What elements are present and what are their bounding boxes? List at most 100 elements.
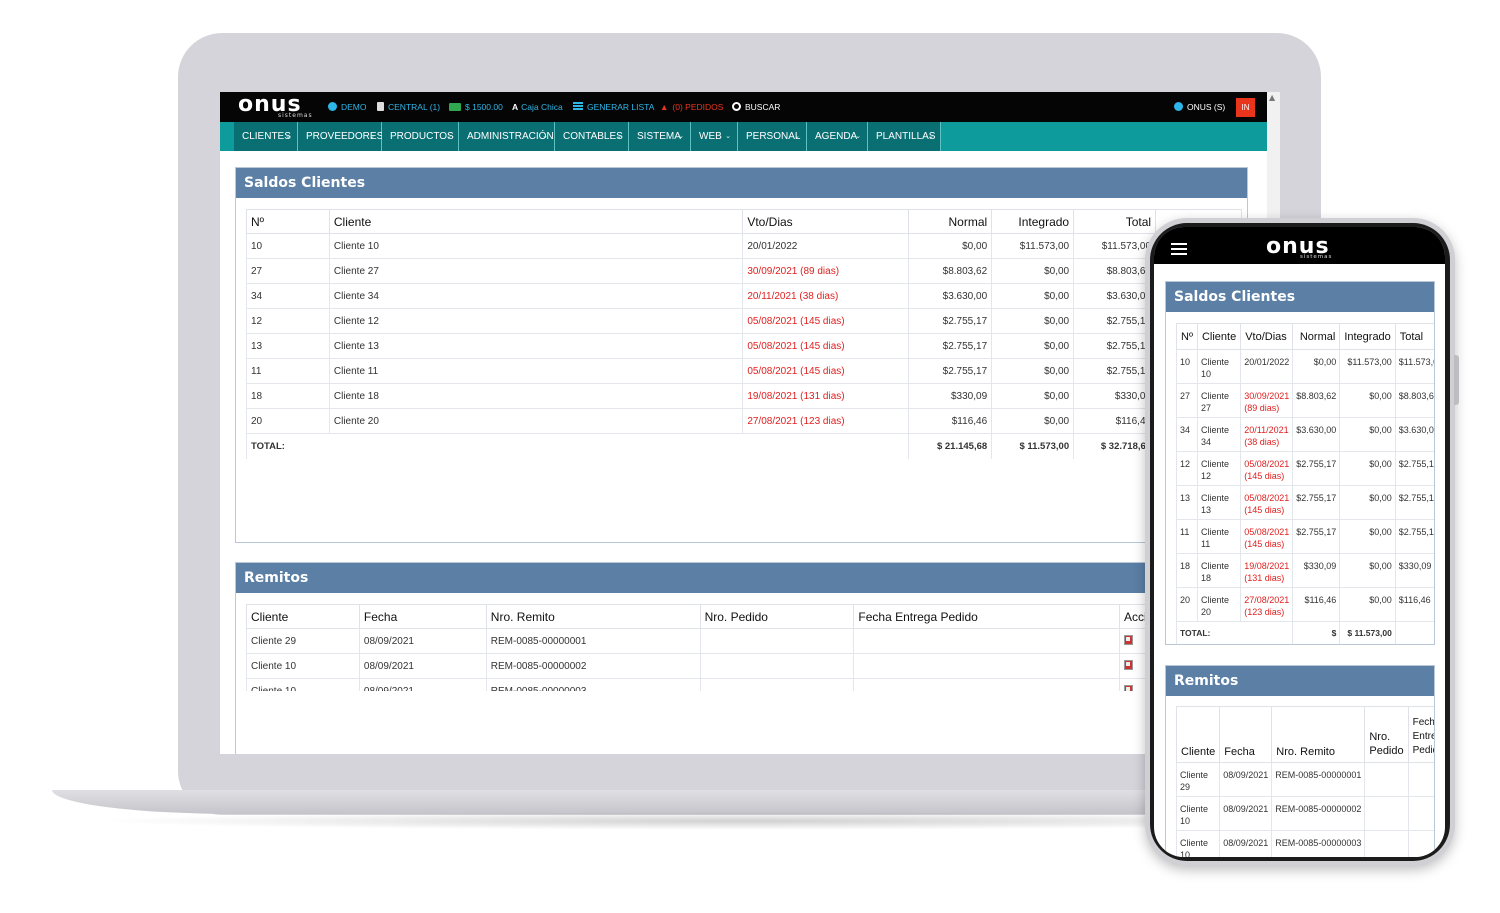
panel-title: Saldos Clientes — [1166, 282, 1434, 312]
nav-plantillas[interactable]: PLANTILLAS ⌄ — [868, 122, 941, 151]
hamburger-menu-icon[interactable] — [1171, 243, 1187, 255]
chevron-down-icon: ⌄ — [928, 133, 934, 140]
chevron-down-icon: ⌄ — [446, 133, 452, 140]
logo-subtitle: sistemas — [1300, 254, 1333, 260]
font-a-icon: A — [512, 102, 519, 112]
table-row[interactable]: 13 Cliente 13 05/08/2021 (145 dias) $2.755,1… — [1176, 485, 1434, 520]
buscar-link[interactable]: BUSCAR — [732, 102, 780, 112]
nav-agenda[interactable]: AGENDA ⌄ — [807, 122, 868, 151]
col-integrado[interactable]: Integrado — [991, 209, 1075, 234]
logo-subtitle: sistemas — [278, 112, 313, 119]
document-icon — [377, 102, 384, 111]
table-row[interactable]: 10 Cliente 10 20/01/2022 $0,00 $11.573,00 $11… — [1176, 349, 1434, 384]
table-row[interactable]: 11 Cliente 11 05/08/2021 (145 dias) $2.755,… — [246, 358, 1242, 384]
mobile-saldos-table: Nº Cliente Vto/Dias Normal Integrado Tot… — [1175, 323, 1434, 644]
col-normal[interactable]: Normal — [908, 209, 993, 234]
central-link[interactable]: CENTRAL (1) — [377, 102, 440, 112]
remitos-fade — [236, 691, 1249, 754]
user-icon — [1174, 102, 1183, 111]
pdf-icon[interactable] — [1124, 659, 1134, 670]
mobile-remitos-table: Cliente Fecha Nro. Remito Nro. Pedido Fe… — [1175, 706, 1434, 857]
col-nro-pedido[interactable]: Nro. Pedido — [699, 604, 855, 629]
table-total-row: TOTAL: $ $ 11.573,00 — [1175, 621, 1434, 644]
mobile-remitos-panel: Remitos Cliente Fecha Nro. Remito Nro. P… — [1165, 665, 1435, 857]
nav-clientes[interactable]: CLIENTES ⌄ — [234, 122, 298, 151]
user-menu[interactable]: ONUS (S) — [1174, 102, 1225, 112]
nav-sistema[interactable]: SISTEMA ⌄ — [629, 122, 691, 151]
table-header-row: Nº Cliente Vto/Dias Normal Integrado Tot… — [246, 209, 1242, 234]
table-row[interactable]: Cliente 1008/09/2021REM-0085-00000003 — [1175, 830, 1434, 857]
caja-chica-link[interactable]: A Caja Chica — [512, 102, 563, 112]
col-total[interactable]: Total — [1073, 209, 1157, 234]
pdf-icon[interactable] — [1124, 634, 1134, 645]
arrow-circle-icon — [328, 102, 337, 111]
table-row[interactable]: 12 Cliente 12 05/08/2021 (145 dias) $2.755,… — [246, 308, 1242, 334]
table-row[interactable]: 20 Cliente 20 27/08/2021 (123 dias) $116,46 $… — [1176, 587, 1434, 622]
table-row[interactable]: 12 Cliente 12 05/08/2021 (145 dias) $2.755,1… — [1176, 451, 1434, 486]
remitos-table: Cliente Fecha Nro. Remito Nro. Pedido Fe… — [246, 604, 1242, 704]
table-row[interactable]: 11 Cliente 11 05/08/2021 (145 dias) $2.755,1… — [1176, 519, 1434, 554]
main-nav: CLIENTES ⌄ PROVEEDORES ⌄ PRODUCTOS ⌄ ADMINI… — [220, 122, 1267, 151]
nav-contables[interactable]: CONTABLES ⌄ — [555, 122, 629, 151]
col-cliente[interactable]: Cliente — [328, 209, 744, 234]
col-cliente[interactable]: Cliente — [246, 604, 360, 629]
table-row[interactable]: Cliente 29 08/09/2021 REM-0085-00000001 — [1175, 762, 1434, 797]
table-row[interactable]: 34 Cliente 34 20/11/2021 (38 dias) $3.630,0… — [246, 283, 1242, 309]
col-fecha[interactable]: Fecha — [358, 604, 487, 629]
phone-screen: onus sistemas Saldos Clientes Nº Cliente… — [1154, 227, 1445, 857]
table-row[interactable]: 27 Cliente 27 30/09/2021 (89 dias) $8.803,62… — [1176, 383, 1434, 418]
table-row[interactable]: 18 Cliente 18 19/08/2021 (131 dias) $330,09 $… — [1176, 553, 1434, 588]
mobile-top-bar: onus sistemas — [1154, 227, 1445, 264]
chevron-down-icon: ⌄ — [678, 133, 684, 140]
logout-button[interactable]: IN — [1236, 98, 1255, 117]
remitos-panel: Remitos Cliente Fecha Nro. Remito Nro. P… — [235, 562, 1249, 754]
balance-link[interactable]: $ 1500.00 — [449, 102, 503, 112]
phone-side-button — [1454, 355, 1459, 405]
table-row[interactable]: 13 Cliente 13 05/08/2021 (145 dias) $2.755,… — [246, 333, 1242, 359]
panel-title: Saldos Clientes — [236, 168, 1247, 198]
table-row[interactable]: 20 Cliente 20 27/08/2021 (123 dias) $116,46… — [246, 408, 1242, 434]
laptop-screen: onus sistemas DEMO CENTRAL (1) $ 1500.00… — [220, 92, 1280, 754]
table-header-row: Cliente Fecha Nro. Remito Nro. Pedido Fe… — [1175, 706, 1434, 763]
chevron-down-icon: ⌄ — [542, 133, 548, 140]
generar-lista-link[interactable]: GENERAR LISTA — [573, 102, 654, 112]
table-row[interactable]: 18 Cliente 18 19/08/2021 (131 dias) $330,09… — [246, 383, 1242, 409]
table-header-row: Cliente Fecha Nro. Remito Nro. Pedido Fe… — [246, 604, 1242, 629]
scroll-up-arrow-icon[interactable]: ▲ — [1269, 93, 1275, 102]
chevron-down-icon: ⌄ — [855, 133, 861, 140]
list-icon — [573, 102, 583, 111]
bell-icon: ▲ — [660, 102, 669, 112]
nav-productos[interactable]: PRODUCTOS ⌄ — [382, 122, 459, 151]
chevron-down-icon: ⌄ — [616, 133, 622, 140]
pedidos-link[interactable]: ▲ (0) PEDIDOS — [660, 102, 723, 112]
nav-web[interactable]: WEB ⌄ — [691, 122, 738, 151]
money-icon — [449, 103, 461, 111]
table-row[interactable]: Cliente 29 08/09/2021 REM-0085-00000001 — [246, 628, 1242, 654]
col-n[interactable]: Nº — [246, 209, 330, 234]
search-icon — [732, 102, 741, 111]
table-row[interactable]: 27 Cliente 27 30/09/2021 (89 dias) $8.803,6… — [246, 258, 1242, 284]
saldos-clientes-panel: Saldos Clientes Nº Cliente Vto/Dias Norm… — [235, 167, 1248, 543]
col-vto[interactable]: Vto/Dias — [742, 209, 910, 234]
nav-administracion[interactable]: ADMINISTRACIÓN ⌄ — [459, 122, 555, 151]
table-row[interactable]: 10 Cliente 10 20/01/2022 $0,00 $11.573,00 $11… — [246, 233, 1242, 259]
table-row[interactable]: Cliente 10 08/09/2021 REM-0085-00000002 — [1175, 796, 1434, 831]
chevron-down-icon: ⌄ — [725, 133, 731, 140]
table-total-row: TOTAL: $ 21.145,68 $ 11.573,00 $ 32.718,68 — [245, 433, 1242, 459]
mobile-saldos-panel: Saldos Clientes Nº Cliente Vto/Dias Norm… — [1165, 281, 1435, 645]
demo-link[interactable]: DEMO — [328, 102, 367, 112]
col-fecha-entrega[interactable]: Fecha Entrega Pedido — [853, 604, 1121, 629]
panel-title: Remitos — [236, 563, 1247, 593]
chevron-down-icon: ⌄ — [794, 133, 800, 140]
chevron-down-icon: ⌄ — [285, 133, 291, 140]
panel-title: Remitos — [1166, 666, 1434, 696]
table-row[interactable]: Cliente 10 08/09/2021 REM-0085-00000002 — [246, 653, 1242, 679]
nav-personal[interactable]: PERSONAL ⌄ — [738, 122, 807, 151]
table-row[interactable]: 34 Cliente 34 20/11/2021 (38 dias) $3.630,00… — [1176, 417, 1434, 452]
top-bar: onus sistemas DEMO CENTRAL (1) $ 1500.00… — [220, 92, 1267, 122]
table-header-row: Nº Cliente Vto/Dias Normal Integrado Tot… — [1176, 323, 1434, 350]
nav-proveedores[interactable]: PROVEEDORES ⌄ — [298, 122, 383, 151]
col-nro-remito[interactable]: Nro. Remito — [485, 604, 701, 629]
chevron-down-icon: ⌄ — [369, 133, 375, 140]
saldos-table: Nº Cliente Vto/Dias Normal Integrado Tot… — [245, 209, 1242, 459]
